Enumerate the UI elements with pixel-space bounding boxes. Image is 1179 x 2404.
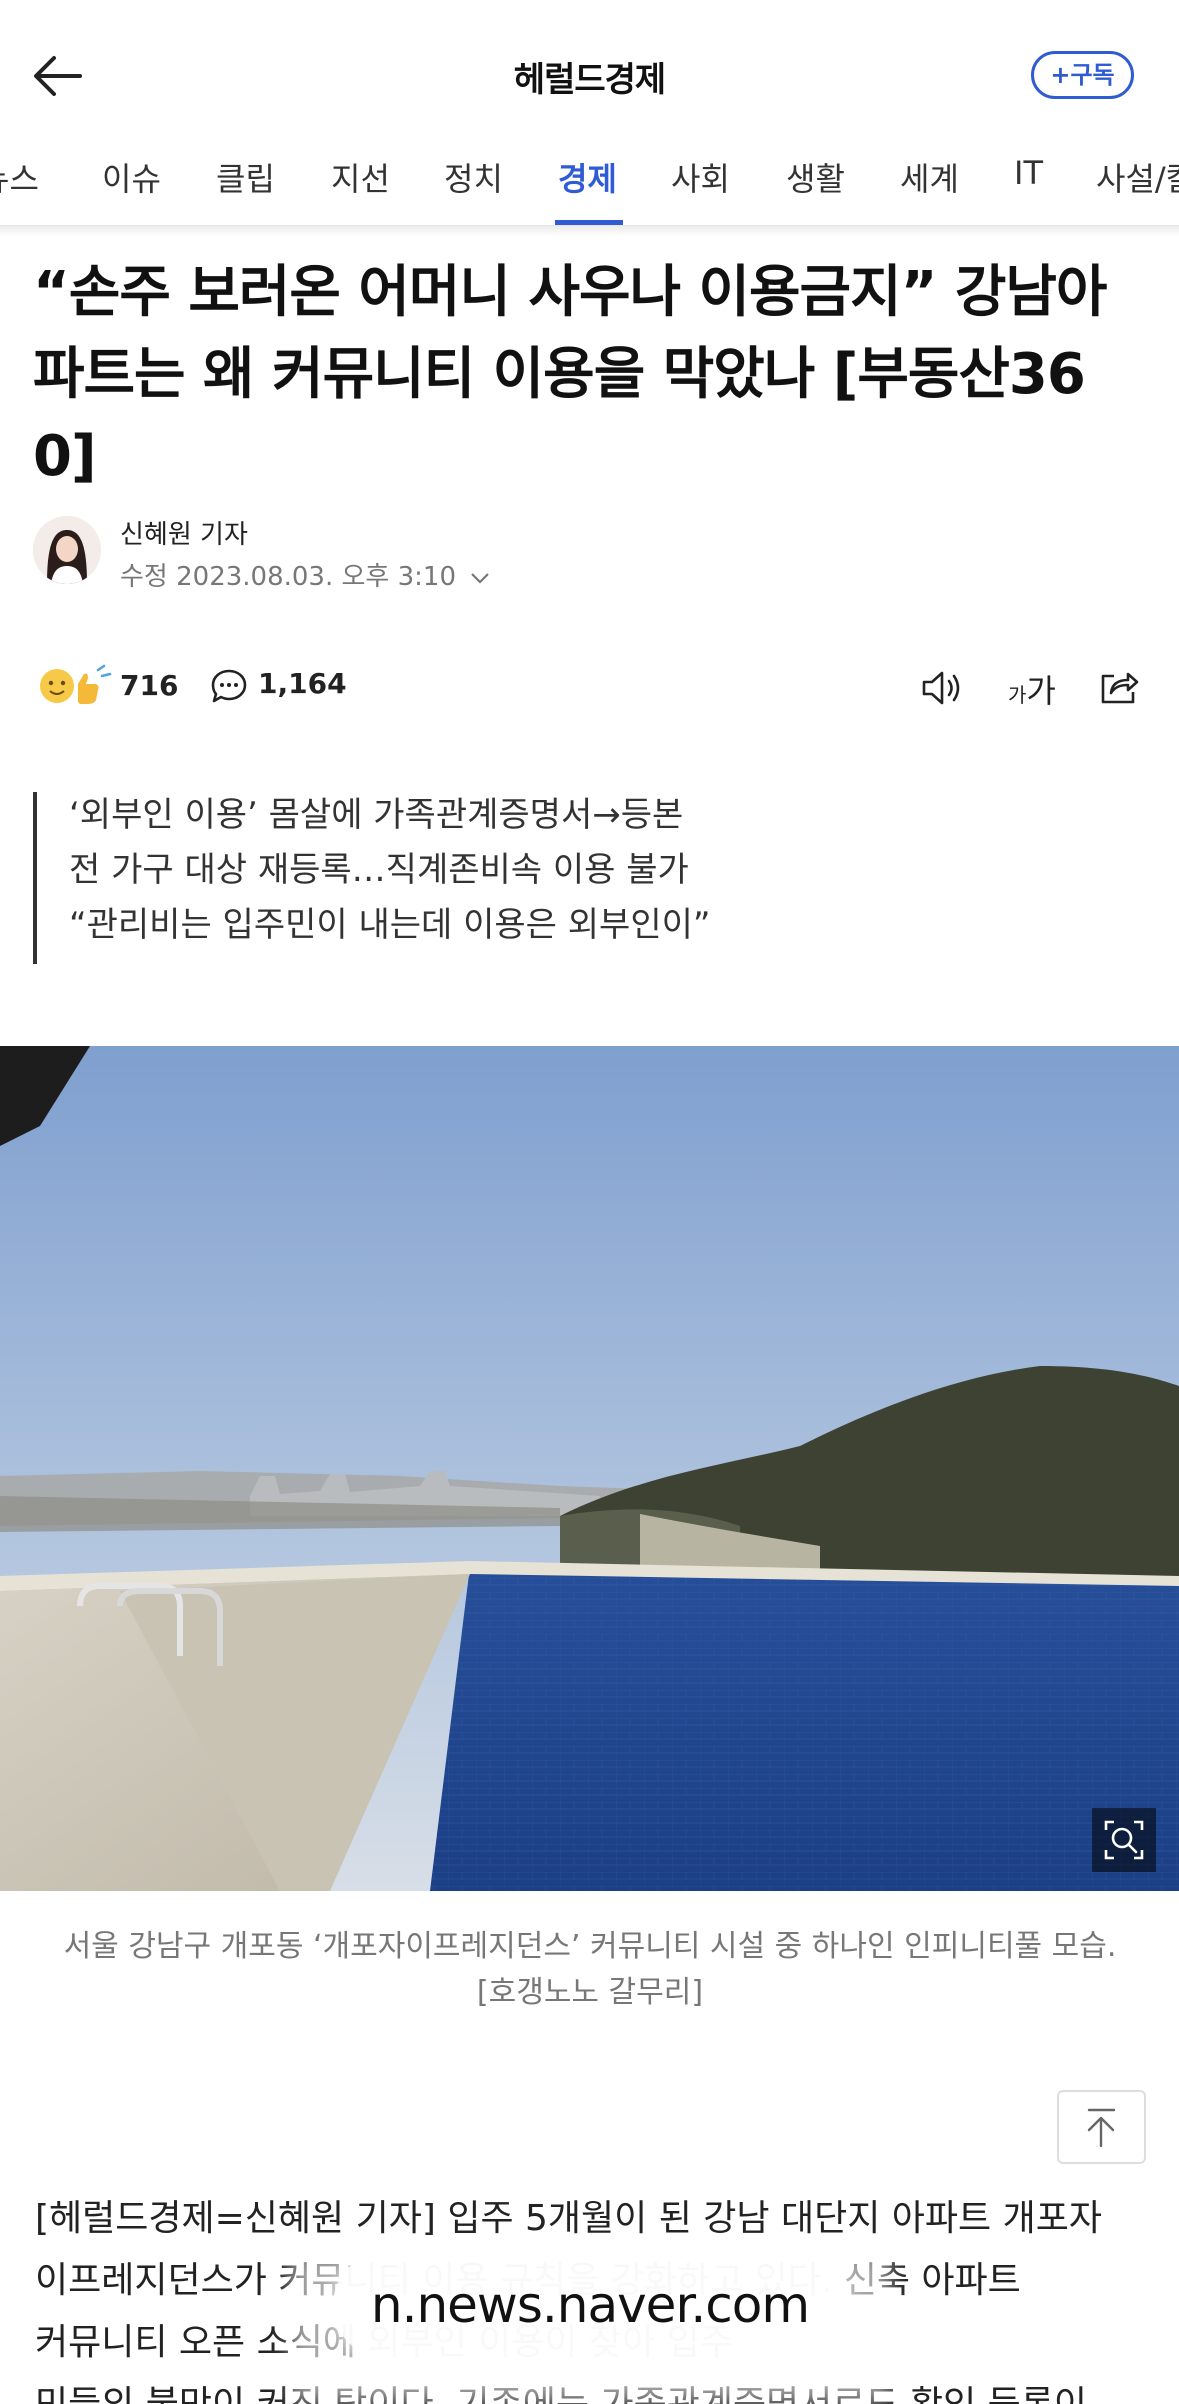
tab-clip[interactable]: 클립 — [216, 154, 275, 225]
app-header: 헤럴드경제 +구독 — [0, 0, 1179, 150]
comment-count[interactable]: 1,164 — [258, 667, 347, 700]
tabs-shadow — [0, 226, 1179, 236]
tab-life[interactable]: 생활 — [786, 154, 845, 225]
font-size-small-label: 가 — [1008, 683, 1027, 707]
author-name[interactable]: 신혜원 기자 — [120, 514, 248, 551]
font-size-large-label: 가 — [1026, 672, 1056, 710]
dateline-text: 수정 2023.08.03. 오후 3:10 — [120, 562, 456, 592]
article-title: “손주 보러온 어머니 사우나 이용금지” 강남아 파트는 왜 커뮤니티 이용을… — [33, 252, 1153, 498]
caption-line: [호갱노노 갈무리] — [476, 1975, 704, 2010]
arrow-up-icon — [1087, 2108, 1116, 2148]
tab-world[interactable]: 세계 — [900, 154, 959, 225]
article-title-line: 0] — [33, 424, 97, 489]
author-avatar[interactable] — [33, 516, 101, 584]
tab-editorial[interactable]: 사설/칼럼 — [1096, 154, 1179, 225]
tab-news[interactable]: 뉴스 — [0, 154, 39, 225]
subscribe-button[interactable]: +구독 — [1031, 51, 1134, 99]
scroll-to-top-button[interactable] — [1057, 2090, 1146, 2164]
tab-issue[interactable]: 이슈 — [102, 154, 161, 225]
article-title-line: “손주 보러온 어머니 사우나 이용금지” 강남아 — [33, 260, 1107, 325]
article-dateline[interactable]: 수정 2023.08.03. 오후 3:10 — [120, 556, 490, 593]
chevron-down-icon — [471, 572, 490, 584]
author-photo — [33, 516, 101, 584]
infinity-pool-image — [0, 1046, 1179, 1891]
reaction-emoji-icon[interactable] — [38, 662, 112, 708]
image-zoom-button[interactable] — [1092, 1808, 1156, 1872]
speaker-icon[interactable] — [920, 668, 964, 708]
image-zoom-icon — [1104, 1820, 1144, 1860]
reaction-count[interactable]: 716 — [120, 669, 178, 702]
summary-line: “관리비는 입주민이 내는데 이용은 외부인이” — [69, 905, 711, 945]
article-summary: ‘외부인 이용’ 몸살에 가족관계증명서→등본 전 가구 대상 재등록…직계존비… — [33, 792, 933, 964]
tab-election[interactable]: 지선 — [331, 154, 390, 225]
speech-bubble-icon[interactable] — [210, 668, 248, 706]
press-brand-title[interactable]: 헤럴드경제 — [0, 52, 1179, 101]
tab-it[interactable]: IT — [1014, 154, 1043, 225]
caption-line: 서울 강남구 개포동 ‘개포자이프레지던스’ 커뮤니티 시설 중 하나인 인피니… — [63, 1929, 1117, 1964]
tab-politics[interactable]: 정치 — [444, 154, 503, 225]
tab-society[interactable]: 사회 — [671, 154, 730, 225]
photo-caption: 서울 강남구 개포동 ‘개포자이프레지던스’ 커뮤니티 시설 중 하나인 인피니… — [40, 1924, 1140, 2016]
tab-economy[interactable]: 경제 — [558, 154, 617, 225]
summary-line: ‘외부인 이용’ 몸살에 가족관계증명서→등본 — [69, 795, 684, 835]
article-photo[interactable] — [0, 1046, 1179, 1891]
share-icon[interactable] — [1098, 666, 1140, 706]
category-tabs: 뉴스 이슈 클립 지선 정치 경제 사회 생활 세계 IT 사설/칼럼 — [0, 140, 1179, 226]
article-title-line: 파트는 왜 커뮤니티 이용을 막았나 [부동산36 — [33, 342, 1086, 407]
browser-url-bar[interactable]: n.news.naver.com — [333, 2252, 847, 2358]
summary-line: 전 가구 대상 재등록…직계존비속 이용 불가 — [69, 850, 689, 890]
body-line: [헤럴드경제=신혜원 기자] 입주 5개월이 된 강남 대단지 아파트 개포자 — [35, 2198, 1102, 2239]
active-tab-indicator — [555, 220, 623, 225]
font-size-button[interactable]: 가가 — [1008, 666, 1056, 712]
